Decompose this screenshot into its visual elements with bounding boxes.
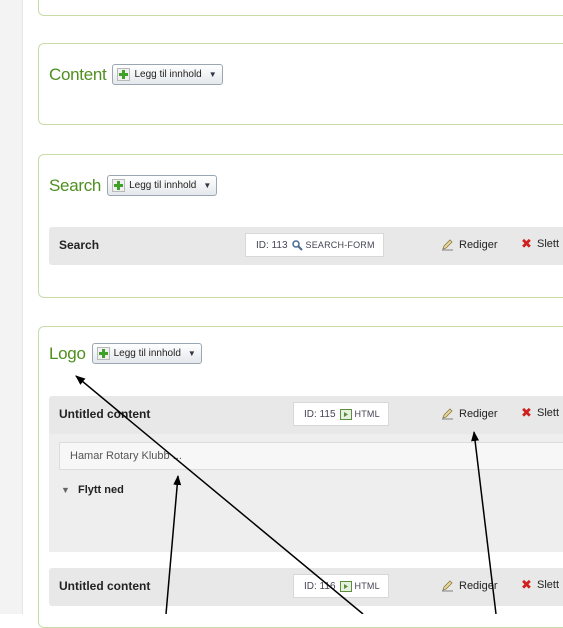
edit-button[interactable]: Rediger [441,407,498,420]
html-icon [339,580,352,592]
block-type-tag: ID: 115 HTML [293,402,389,426]
block-id: ID: 113 [256,239,288,251]
block-id: ID: 116 [304,580,336,592]
delete-label: Slett [537,579,560,591]
arrow-down-icon: ▼ [61,485,70,495]
block-body: Hamar Rotary Klubb ... ▼ Flytt ned [49,434,563,552]
edit-label: Rediger [459,579,498,592]
region-title-search: Search [49,175,102,195]
html-icon [339,408,352,420]
region-title-content: Content [49,64,107,84]
plus-icon [112,179,126,192]
red-x-icon: ✖ [521,236,532,251]
region-header-logo: Logo Legg til innhold ▼ [49,343,202,364]
region-panel-top [38,0,563,16]
block-type: HTML [354,409,380,419]
edit-label: Rediger [459,407,498,420]
edit-button[interactable]: Rediger [441,579,498,592]
pencil-icon [442,580,453,592]
left-sidebar-strip [0,0,23,614]
move-label: Flytt ned [77,484,124,496]
add-content-button[interactable]: Legg til innhold ▼ [91,343,202,364]
pencil-icon [442,239,453,251]
region-panel-content: Content Legg til innhold ▼ [38,43,563,125]
block-type-tag: ID: 113 SEARCH-FORM [245,233,384,257]
red-x-icon: ✖ [521,405,532,420]
delete-button[interactable]: ✖ Slett [521,577,560,592]
block-title: Search [59,238,100,252]
region-panel-search: Search Legg til innhold ▼ Search ID: 113… [38,154,563,298]
plus-icon [117,68,131,81]
delete-button[interactable]: ✖ Slett [521,405,560,420]
region-header-search: Search Legg til innhold ▼ [49,175,218,196]
block-title: Untitled content [59,579,151,593]
add-button-label: Legg til innhold [129,180,197,191]
add-content-button[interactable]: Legg til innhold ▼ [112,64,223,85]
pencil-icon [442,408,453,420]
content-preview[interactable]: Hamar Rotary Klubb ... [59,442,563,470]
add-button-label: Legg til innhold [134,69,202,80]
block-type-tag: ID: 116 HTML [293,574,389,598]
block-type: HTML [354,581,380,591]
content-block-bar: Untitled content ID: 115 HTML Rediger ✖ … [49,396,563,552]
add-button-label: Legg til innhold [113,348,181,359]
chevron-down-icon: ▼ [208,70,217,79]
move-down-button[interactable]: ▼ Flytt ned [61,484,124,496]
edit-button[interactable]: Rediger [441,238,498,251]
edit-label: Rediger [459,238,498,251]
region-title-logo: Logo [49,343,86,363]
red-x-icon: ✖ [521,577,532,592]
block-title: Untitled content [59,407,151,421]
region-header-content: Content Legg til innhold ▼ [49,64,223,85]
delete-label: Slett [537,407,560,419]
plus-icon [96,347,110,360]
region-panel-logo: Logo Legg til innhold ▼ Untitled content… [38,326,563,628]
delete-label: Slett [537,238,560,250]
block-id: ID: 115 [304,408,336,420]
content-block-bar: Search ID: 113 SEARCH-FORM Rediger ✖ Sle… [49,227,563,265]
chevron-down-icon: ▼ [187,349,196,358]
magnifier-icon [291,239,303,251]
chevron-down-icon: ▼ [203,181,212,190]
block-type: SEARCH-FORM [305,240,375,250]
content-block-bar: Untitled content ID: 116 HTML Rediger ✖ … [49,568,563,606]
delete-button[interactable]: ✖ Slett [521,236,560,251]
add-content-button[interactable]: Legg til innhold ▼ [107,175,218,196]
